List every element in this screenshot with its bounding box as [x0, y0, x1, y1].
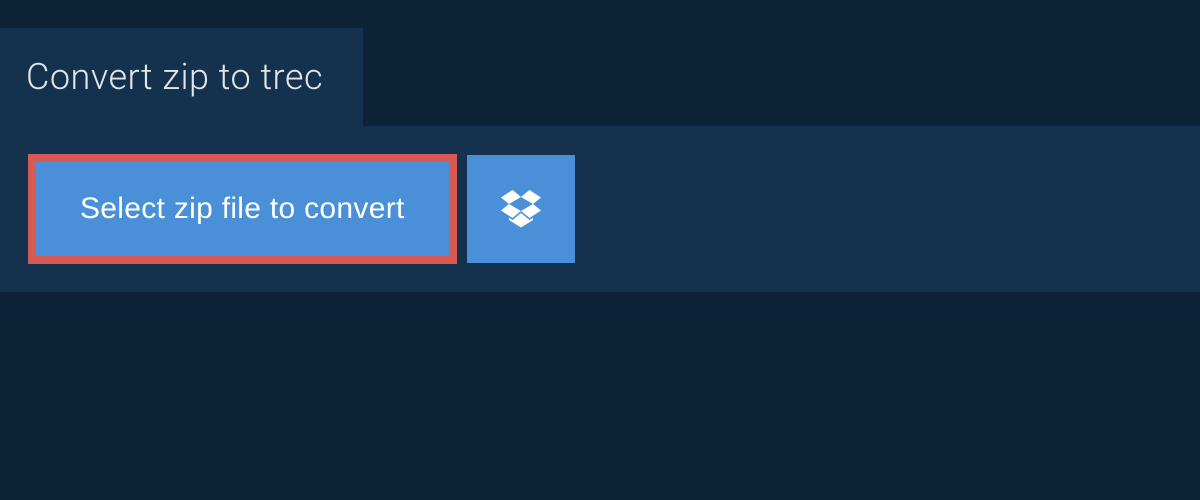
- dropbox-button[interactable]: [467, 155, 575, 263]
- select-file-button[interactable]: Select zip file to convert: [36, 162, 449, 256]
- header-tab: Convert zip to trec: [0, 28, 363, 126]
- page-title: Convert zip to trec: [26, 56, 323, 98]
- dropbox-icon: [501, 189, 541, 229]
- upload-panel: Select zip file to convert: [0, 126, 1200, 292]
- select-file-highlight: Select zip file to convert: [28, 154, 457, 264]
- select-file-label: Select zip file to convert: [80, 192, 405, 226]
